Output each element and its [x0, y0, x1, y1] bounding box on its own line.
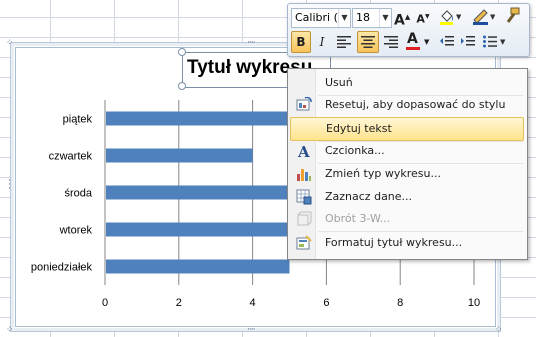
decrease-indent-button[interactable] [438, 32, 456, 52]
align-right-icon [384, 36, 398, 48]
menu-item-label: Zmień typ wykresu... [325, 167, 441, 180]
title-handle-top-left[interactable] [178, 48, 186, 56]
pencil-icon: ▼ [473, 9, 496, 25]
font-size-combo[interactable]: 18 ▼ [352, 8, 392, 28]
format-painter-button[interactable] [502, 7, 522, 27]
font-size-value: 18 [356, 11, 370, 24]
chevron-down-icon[interactable]: ▼ [338, 9, 350, 27]
paint-bucket-icon: ▼ [440, 10, 462, 25]
svg-text:▼: ▼ [500, 38, 506, 46]
bullets-button[interactable]: ▼ [481, 32, 509, 52]
outline-color-button[interactable]: ▼ [470, 7, 496, 27]
decrease-indent-icon [440, 36, 454, 46]
bar-czwartek[interactable] [106, 148, 253, 163]
font-icon: A [297, 143, 310, 159]
bar-poniedziałek[interactable] [106, 259, 290, 274]
x-tick-label: 2 [176, 297, 182, 309]
align-right-button[interactable] [381, 32, 401, 52]
format-title-icon [296, 235, 312, 250]
grow-font-icon: A [394, 12, 405, 29]
mini-toolbar: Calibri (T ▼ 18 ▼ A▲ A▼ ▼ ▼ B I [287, 3, 530, 57]
menu-item-label: Edytuj tekst [326, 122, 392, 135]
svg-text:▼: ▼ [456, 13, 461, 21]
x-tick-label: 6 [323, 297, 329, 309]
font-color-icon: A [407, 31, 418, 47]
align-left-button[interactable] [334, 32, 354, 52]
chevron-down-icon[interactable]: ▼ [379, 9, 391, 27]
category-label: środa [64, 188, 92, 200]
menu-item-label: Zaznacz dane... [325, 190, 413, 203]
shrink-font-icon: A [416, 12, 425, 26]
menu-item-edit-text[interactable]: Edytuj tekst [290, 117, 524, 141]
align-center-icon [361, 36, 375, 48]
menu-item-select-data[interactable]: Zaznacz dane... [290, 186, 524, 208]
menu-item-label: Czcionka... [325, 144, 385, 157]
x-tick-label: 4 [250, 297, 256, 309]
x-tick-label: 10 [468, 297, 480, 309]
left-resize-handle[interactable]: · · · [8, 177, 11, 194]
rotation-3d-icon [297, 211, 312, 226]
italic-button[interactable]: I [314, 32, 330, 52]
category-label: czwartek [49, 151, 93, 163]
category-label: wtorek [59, 225, 93, 237]
menu-item-label: Formatuj tytuł wykresu... [325, 236, 463, 249]
menu-item-reset-style[interactable]: Resetuj, aby dopasować do stylu [290, 94, 524, 116]
chart-type-icon [297, 169, 311, 181]
increase-indent-button[interactable] [459, 32, 477, 52]
menu-item-label: Resetuj, aby dopasować do stylu [325, 98, 506, 111]
italic-icon: I [319, 35, 325, 49]
category-label: piątek [63, 114, 93, 126]
increase-indent-icon [461, 36, 475, 46]
bullets-icon: ▼ [483, 35, 506, 48]
select-data-icon [296, 189, 312, 205]
align-center-button[interactable] [357, 31, 379, 53]
svg-text:A: A [297, 143, 310, 159]
x-tick-label: 8 [397, 297, 403, 309]
title-handle-bottom-left[interactable] [178, 82, 186, 90]
x-tick-label: 0 [102, 297, 108, 309]
menu-item-format-title[interactable]: Formatuj tytuł wykresu... [290, 232, 524, 254]
svg-text:▼: ▼ [490, 13, 495, 21]
fill-color-button[interactable]: ▼ [436, 7, 462, 27]
menu-item-label: Obrót 3-W... [325, 212, 391, 225]
bold-button[interactable]: B [291, 31, 311, 53]
font-name-value: Calibri (T [295, 11, 339, 24]
brush-icon [506, 7, 520, 23]
align-left-icon [337, 36, 351, 48]
menu-item-font[interactable]: A Czcionka... [290, 140, 524, 162]
font-color-button[interactable]: A ▼ [404, 31, 434, 52]
grow-font-button[interactable]: A▲ [394, 7, 410, 29]
context-menu: Usuń Resetuj, aby dopasować do stylu Edy… [287, 68, 528, 260]
chevron-down-icon[interactable]: ▼ [424, 32, 429, 52]
menu-item-label: Usuń [325, 76, 353, 89]
menu-item-change-chart-type[interactable]: Zmień typ wykresu... [290, 163, 524, 185]
reset-style-icon [296, 97, 312, 111]
font-color-swatch [406, 47, 420, 50]
shrink-font-button[interactable]: A▼ [416, 7, 430, 27]
menu-item-3d-rotation: Obrót 3-W... [290, 208, 524, 230]
category-label: poniedziałek [31, 262, 93, 274]
bold-icon: B [296, 35, 306, 49]
menu-item-delete[interactable]: Usuń [290, 72, 524, 94]
font-name-combo[interactable]: Calibri (T ▼ [291, 8, 351, 28]
